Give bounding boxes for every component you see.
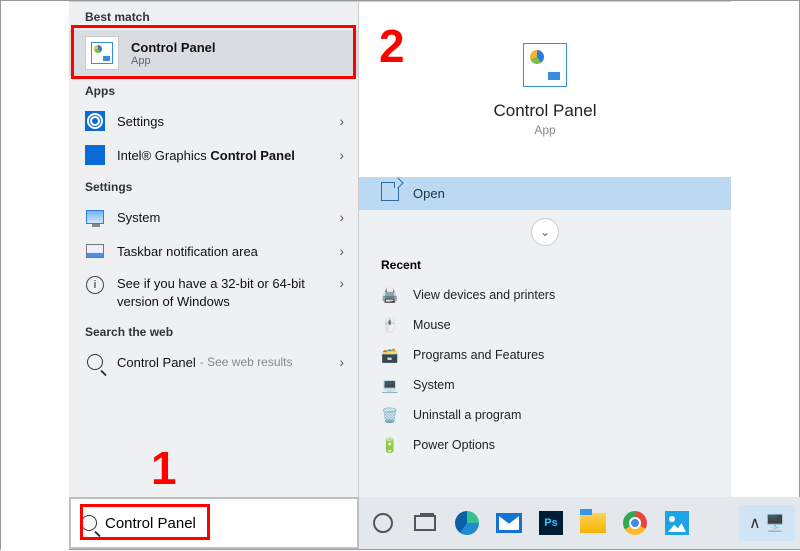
expand-chevron[interactable]: ⌄	[531, 218, 559, 246]
printer-icon: 🖨️	[381, 286, 399, 304]
recent-item[interactable]: 🖱️Mouse	[359, 310, 731, 340]
chrome-icon[interactable]	[617, 505, 653, 541]
chevron-right-icon: ›	[339, 354, 344, 370]
control-panel-large-icon	[523, 43, 567, 87]
section-settings: Settings	[69, 172, 358, 200]
web-result[interactable]: Control Panel - See web results ›	[69, 345, 358, 379]
preview-title: Control Panel	[493, 101, 596, 121]
info-icon: i	[85, 275, 105, 295]
open-label: Open	[413, 186, 445, 201]
recent-item[interactable]: 🗑️Uninstall a program	[359, 400, 731, 430]
section-apps: Apps	[69, 76, 358, 104]
setting-label: See if you have a 32-bit or 64-bit versi…	[117, 275, 327, 310]
annotation-number-2: 2	[379, 19, 405, 73]
recent-item[interactable]: 💻System	[359, 370, 731, 400]
chevron-right-icon: ›	[339, 113, 344, 129]
taskbar-icon	[85, 241, 105, 261]
edge-icon[interactable]	[449, 505, 485, 541]
setting-result-bitness[interactable]: i See if you have a 32-bit or 64-bit ver…	[69, 268, 358, 317]
recent-item[interactable]: 🔋Power Options	[359, 430, 731, 460]
annotation-number-1: 1	[151, 441, 177, 495]
photos-icon[interactable]	[659, 505, 695, 541]
photoshop-icon[interactable]: Ps	[533, 505, 569, 541]
settings-icon	[85, 111, 105, 131]
uninstall-icon: 🗑️	[381, 406, 399, 424]
mail-icon[interactable]	[491, 505, 527, 541]
app-result-settings[interactable]: Settings ›	[69, 104, 358, 138]
open-action[interactable]: Open	[359, 177, 731, 210]
tray-collapsed[interactable]: ∧ 🖥️	[739, 505, 795, 541]
section-web: Search the web	[69, 317, 358, 345]
mouse-icon: 🖱️	[381, 316, 399, 334]
task-view-button[interactable]	[407, 505, 443, 541]
web-suffix: - See web results	[200, 355, 293, 369]
system-icon: 💻	[381, 376, 399, 394]
chevron-right-icon: ›	[339, 243, 344, 259]
power-icon: 🔋	[381, 436, 399, 454]
chevron-right-icon: ›	[339, 209, 344, 225]
taskbar: Ps ∧ 🖥️	[359, 497, 800, 549]
setting-label: System	[117, 210, 160, 225]
chevron-right-icon: ›	[339, 275, 344, 291]
recent-heading: Recent	[359, 254, 731, 280]
setting-result-taskbar[interactable]: Taskbar notification area ›	[69, 234, 358, 268]
preview-subtitle: App	[534, 123, 555, 137]
monitor-icon	[85, 207, 105, 227]
preview-panel: Control Panel App Open ⌄ Recent 🖨️View d…	[359, 1, 731, 499]
blank-column	[1, 1, 69, 551]
cortana-button[interactable]	[365, 505, 401, 541]
chevron-right-icon: ›	[339, 147, 344, 163]
app-label: Settings	[117, 114, 164, 129]
app-result-intel-graphics[interactable]: Intel® Graphics Control Panel ›	[69, 138, 358, 172]
intel-icon	[85, 145, 105, 165]
annotation-box-search	[80, 504, 210, 540]
programs-icon: 🗃️	[381, 346, 399, 364]
preview-header: Control Panel App	[359, 2, 731, 177]
app-label: Intel® Graphics Control Panel	[117, 148, 295, 163]
setting-label: Taskbar notification area	[117, 244, 258, 259]
annotation-box-best-match	[71, 25, 356, 79]
open-icon	[381, 187, 399, 201]
search-icon	[85, 352, 105, 372]
recent-item[interactable]: 🗃️Programs and Features	[359, 340, 731, 370]
setting-result-system[interactable]: System ›	[69, 200, 358, 234]
file-explorer-icon[interactable]	[575, 505, 611, 541]
web-label: Control Panel	[117, 355, 196, 370]
recent-item[interactable]: 🖨️View devices and printers	[359, 280, 731, 310]
